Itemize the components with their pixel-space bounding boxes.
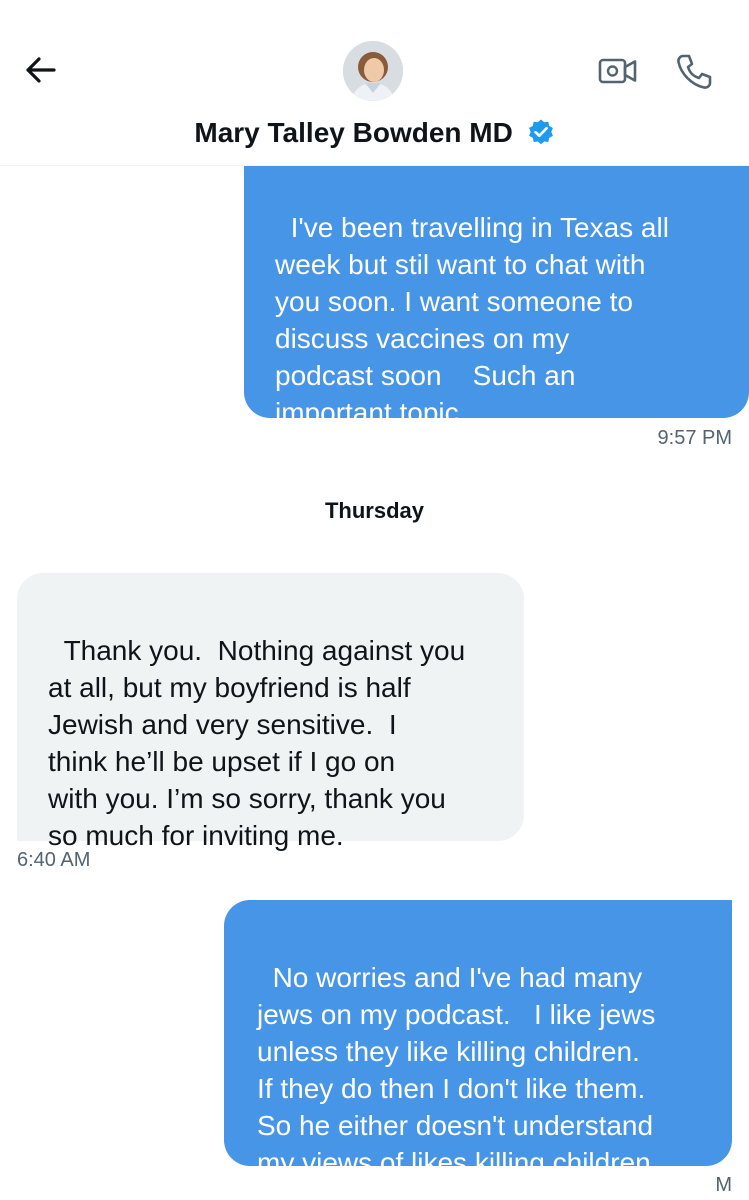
phone-call-button[interactable] <box>674 52 714 92</box>
contact-name-row[interactable]: Mary Talley Bowden MD <box>0 113 749 153</box>
message-text: No worries and I've had many jews on my … <box>257 962 656 1178</box>
back-arrow-icon <box>26 57 56 83</box>
avatar[interactable] <box>343 41 403 101</box>
back-button[interactable] <box>20 52 60 88</box>
video-call-button[interactable] <box>597 54 639 88</box>
video-call-icon <box>598 58 637 84</box>
message-bubble-outgoing[interactable]: No worries and I've had many jews on my … <box>224 900 732 1178</box>
message-timestamp: M <box>715 1174 732 1196</box>
message-bubble-incoming[interactable]: Thank you. Nothing against you at all, b… <box>17 573 524 851</box>
contact-name: Mary Talley Bowden MD <box>194 117 513 148</box>
verified-badge-icon <box>528 119 553 144</box>
message-text: Thank you. Nothing against you at all, b… <box>48 635 466 851</box>
day-separator: Thursday <box>324 498 425 523</box>
conversation-header: Mary Talley Bowden MD <box>0 0 749 166</box>
message-text: I've been travelling in Texas all week b… <box>275 212 669 428</box>
phone-call-icon <box>677 54 712 89</box>
message-timestamp: 9:57 PM <box>657 427 732 449</box>
message-timestamp: 6:40 AM <box>17 849 91 871</box>
